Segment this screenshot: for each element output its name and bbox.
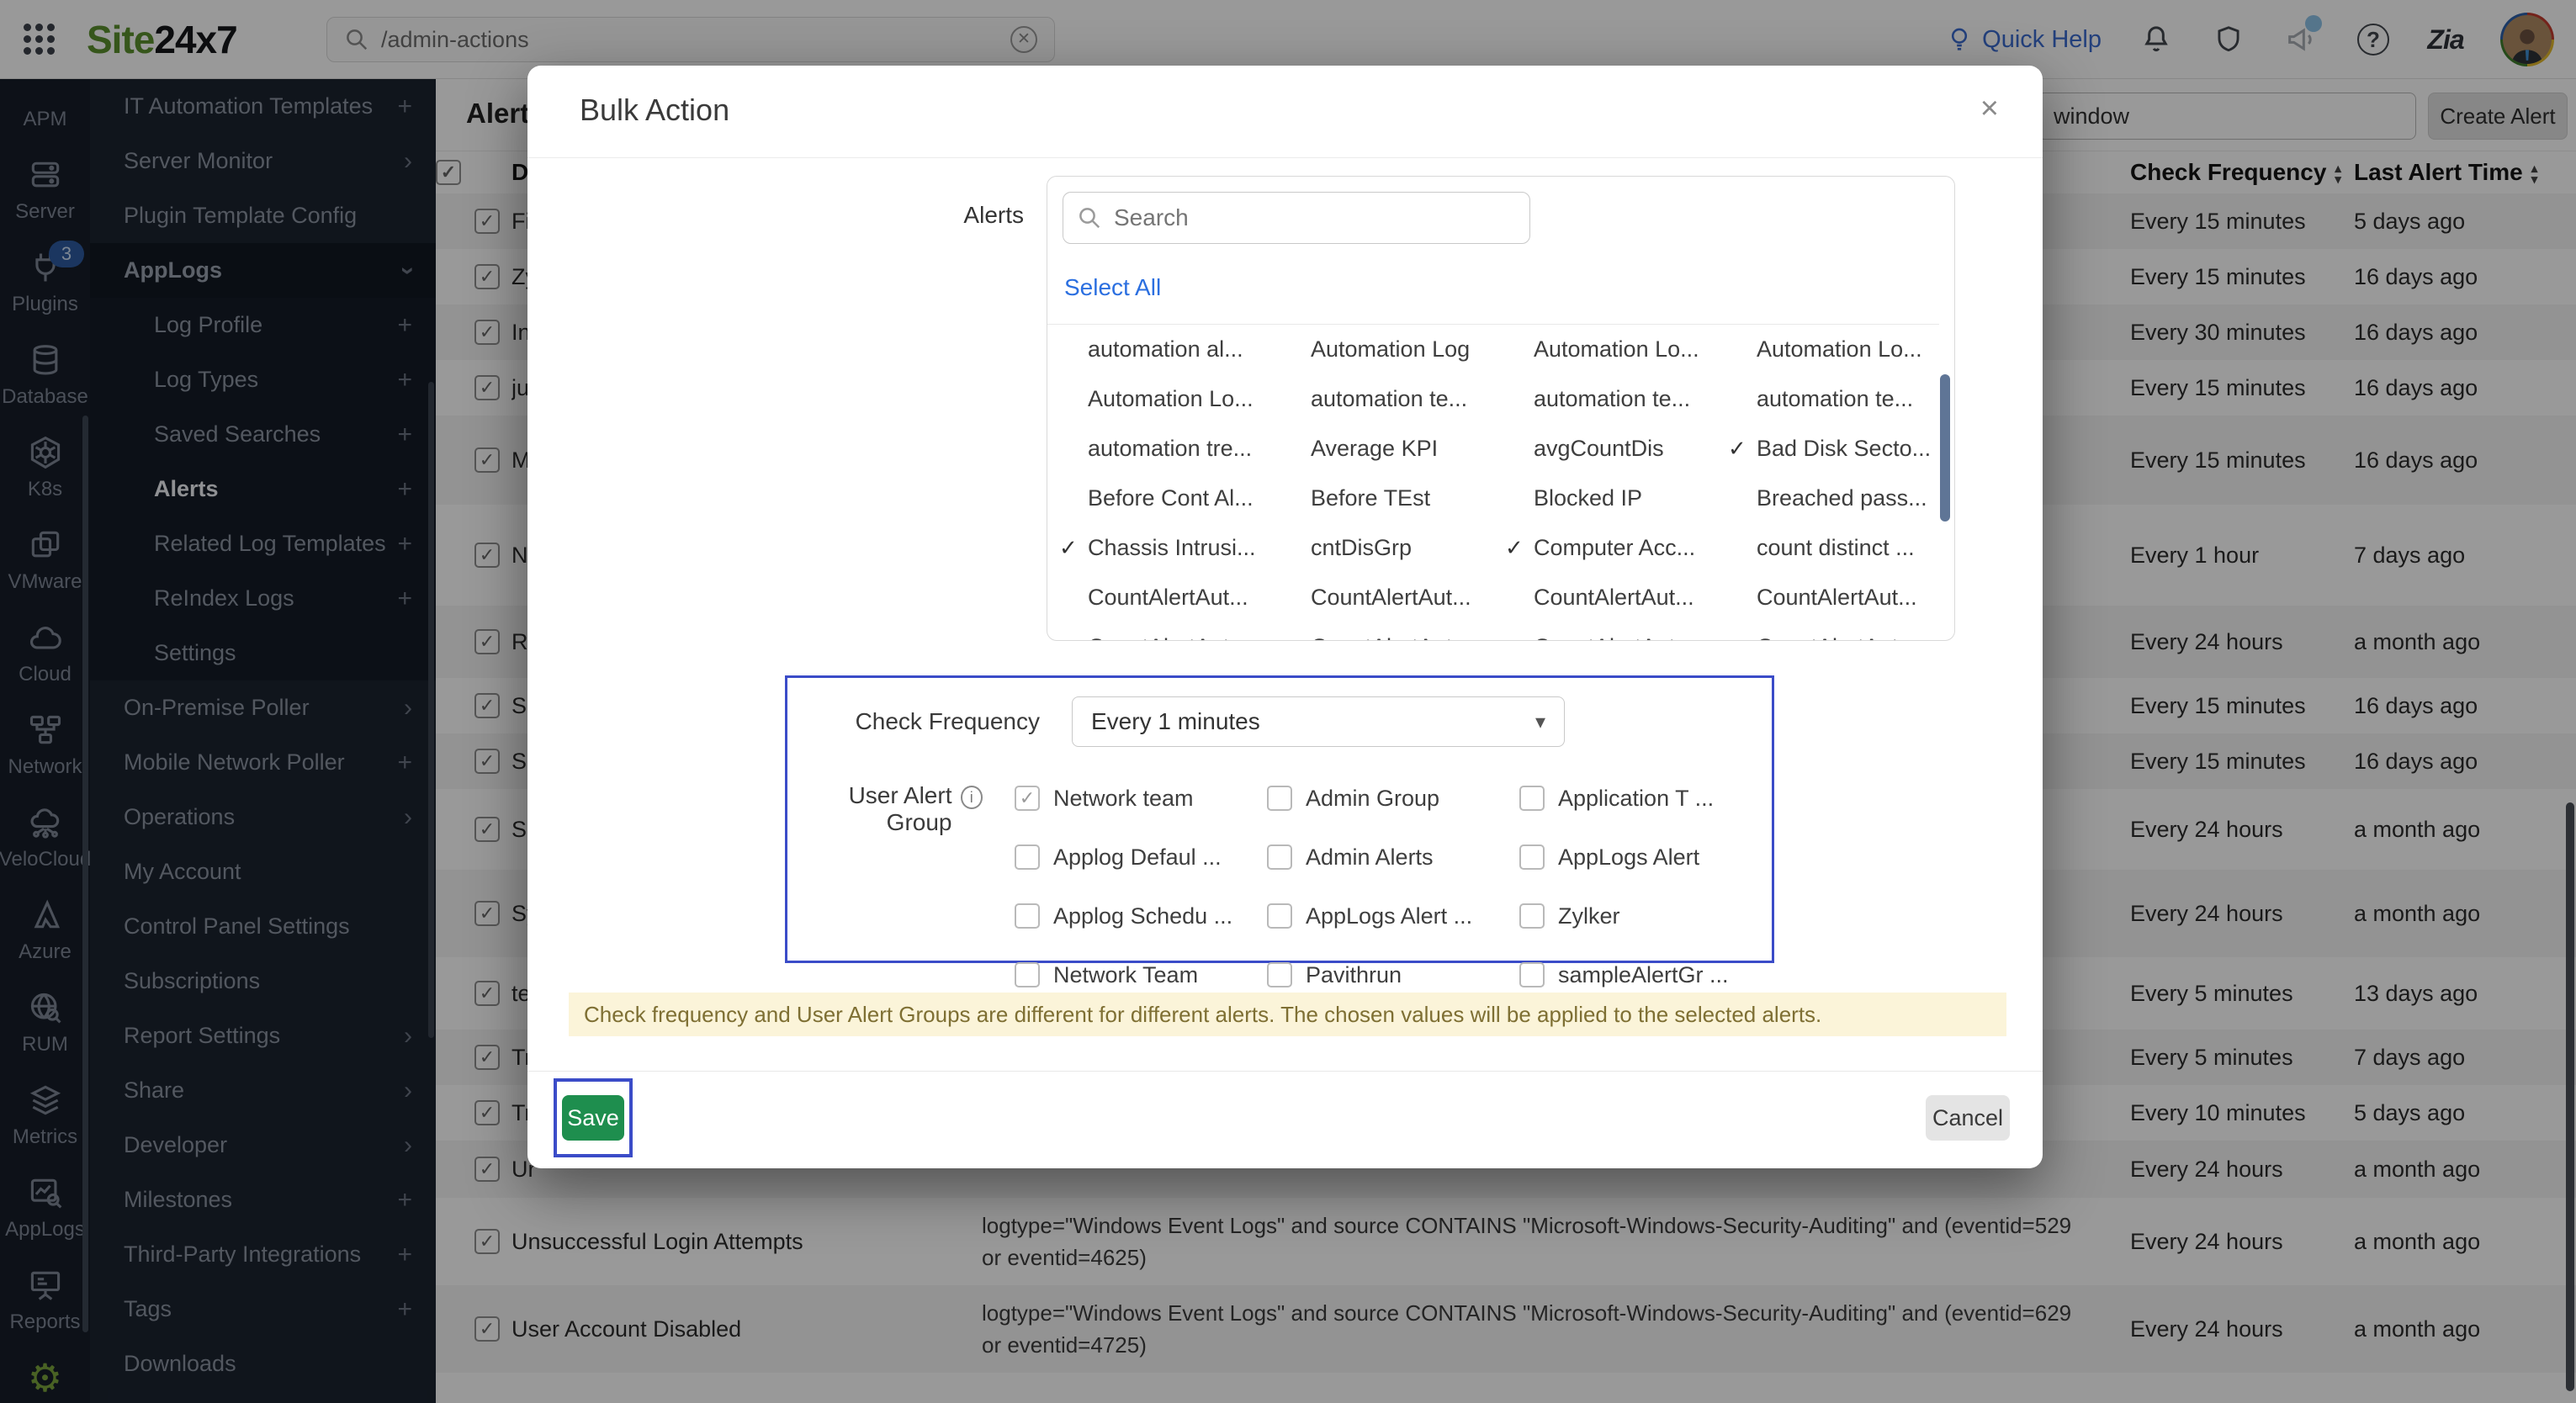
check-frequency-value: Every 1 minutes xyxy=(1091,708,1260,734)
group-checkbox[interactable] xyxy=(1267,903,1292,929)
check-icon: ✓ xyxy=(1728,436,1746,461)
alert-option[interactable]: Breached pass... xyxy=(1728,474,1939,523)
modal-footer: Save Cancel xyxy=(527,1071,2043,1168)
alert-option[interactable]: count distinct ... xyxy=(1728,523,1939,573)
alert-option[interactable]: CountAlertAut... xyxy=(1059,573,1282,622)
alert-option[interactable]: Before TEst xyxy=(1282,474,1505,523)
check-icon: ✓ xyxy=(1505,535,1524,560)
alerts-search[interactable] xyxy=(1063,192,1530,244)
alert-option[interactable]: Automation Lo... xyxy=(1059,374,1282,424)
alert-option[interactable]: ✓ Bad Disk Secto... xyxy=(1728,424,1939,474)
user-alert-group-option[interactable]: Applog Schedu ... xyxy=(1015,887,1267,945)
alert-option[interactable]: automation al... xyxy=(1059,325,1282,374)
alert-option[interactable]: CountAlertAut... xyxy=(1505,622,1728,640)
alerts-field-label: Alerts xyxy=(963,202,1024,228)
user-alert-group-option[interactable]: Zylker xyxy=(1519,887,1772,945)
cancel-button[interactable]: Cancel xyxy=(1926,1095,2010,1141)
check-icon: ✓ xyxy=(1059,535,1078,560)
group-checkbox[interactable] xyxy=(1519,903,1545,929)
alert-option[interactable]: cntDisGrp xyxy=(1282,523,1505,573)
group-checkbox[interactable] xyxy=(1267,786,1292,811)
alert-option[interactable]: Automation Lo... xyxy=(1728,325,1939,374)
group-checkbox[interactable] xyxy=(1015,844,1040,870)
group-checkbox[interactable] xyxy=(1015,903,1040,929)
user-alert-group-option[interactable]: Applog Defaul ... xyxy=(1015,828,1267,887)
check-frequency-dropdown[interactable]: Every 1 minutes ▾ xyxy=(1072,696,1565,747)
highlighted-section: Check Frequency Every 1 minutes ▾ User A… xyxy=(785,675,1774,987)
alert-option[interactable]: automation te... xyxy=(1728,374,1939,424)
user-alert-group-option[interactable]: Admin Group xyxy=(1267,769,1519,828)
group-checkbox[interactable] xyxy=(1267,962,1292,987)
user-alert-group-option[interactable]: ✓ Network team xyxy=(1015,769,1267,828)
bulk-action-modal: Bulk Action × Alerts Select All automati… xyxy=(527,66,2043,1168)
alert-option[interactable]: automation te... xyxy=(1505,374,1728,424)
alert-option[interactable]: Automation Log xyxy=(1282,325,1505,374)
alert-option[interactable]: CountAlertAut... xyxy=(1728,573,1939,622)
info-icon[interactable]: i xyxy=(960,786,983,809)
user-alert-group-label: User Alert Group i xyxy=(787,769,983,1004)
modal-header: Bulk Action × xyxy=(527,66,2043,158)
modal-title: Bulk Action xyxy=(580,93,730,127)
app-root: Site24x7 ✕ Quick Help ? Zia xyxy=(0,0,2576,1403)
group-checkbox[interactable] xyxy=(1519,786,1545,811)
alert-option[interactable]: CountAlertAut... xyxy=(1282,622,1505,640)
list-scrollbar[interactable] xyxy=(1940,374,1950,521)
group-checkbox[interactable] xyxy=(1015,962,1040,987)
alert-option[interactable]: CountAlertAut... xyxy=(1505,573,1728,622)
alert-option[interactable]: Automation Lo... xyxy=(1505,325,1728,374)
alerts-multiselect: Select All automation al...Automation Lo… xyxy=(1047,176,1955,641)
save-focus-outline: Save xyxy=(554,1078,633,1157)
group-checkbox[interactable] xyxy=(1267,844,1292,870)
group-checkbox[interactable] xyxy=(1519,844,1545,870)
chevron-down-icon: ▾ xyxy=(1534,710,1545,733)
alert-option[interactable]: avgCountDis xyxy=(1505,424,1728,474)
warning-banner: Check frequency and User Alert Groups ar… xyxy=(569,993,2006,1036)
user-alert-group-option[interactable]: AppLogs Alert ... xyxy=(1267,887,1519,945)
alert-option[interactable]: CountAlertAut... xyxy=(1059,622,1282,640)
user-alert-group-option[interactable]: Admin Alerts xyxy=(1267,828,1519,887)
select-all-link[interactable]: Select All xyxy=(1064,274,1161,301)
alert-option[interactable]: ✓ Chassis Intrusi... xyxy=(1059,523,1282,573)
user-alert-group-option[interactable]: Application T ... xyxy=(1519,769,1772,828)
user-alert-group-option[interactable]: AppLogs Alert xyxy=(1519,828,1772,887)
alert-option[interactable]: CountAlertAut... xyxy=(1728,622,1939,640)
alert-option[interactable]: Blocked IP xyxy=(1505,474,1728,523)
alert-option[interactable]: automation te... xyxy=(1282,374,1505,424)
alert-option[interactable]: ✓ Computer Acc... xyxy=(1505,523,1728,573)
search-icon xyxy=(1079,208,1100,229)
user-alert-group-grid: ✓ Network team Admin Group Application T ..… xyxy=(1015,769,1772,1004)
group-checkbox[interactable]: ✓ xyxy=(1015,786,1040,811)
alert-option[interactable]: automation tre... xyxy=(1059,424,1282,474)
close-icon[interactable]: × xyxy=(1980,91,1999,127)
group-checkbox[interactable] xyxy=(1519,962,1545,987)
alert-option[interactable]: Before Cont Al... xyxy=(1059,474,1282,523)
alert-option[interactable]: CountAlertAut... xyxy=(1282,573,1505,622)
save-button[interactable]: Save xyxy=(562,1095,624,1141)
alert-option[interactable]: Average KPI xyxy=(1282,424,1505,474)
alerts-search-input[interactable] xyxy=(1114,204,1516,231)
alert-options-grid: automation al... Automation Log Automation… xyxy=(1047,324,1939,640)
check-frequency-label: Check Frequency xyxy=(855,708,1040,734)
